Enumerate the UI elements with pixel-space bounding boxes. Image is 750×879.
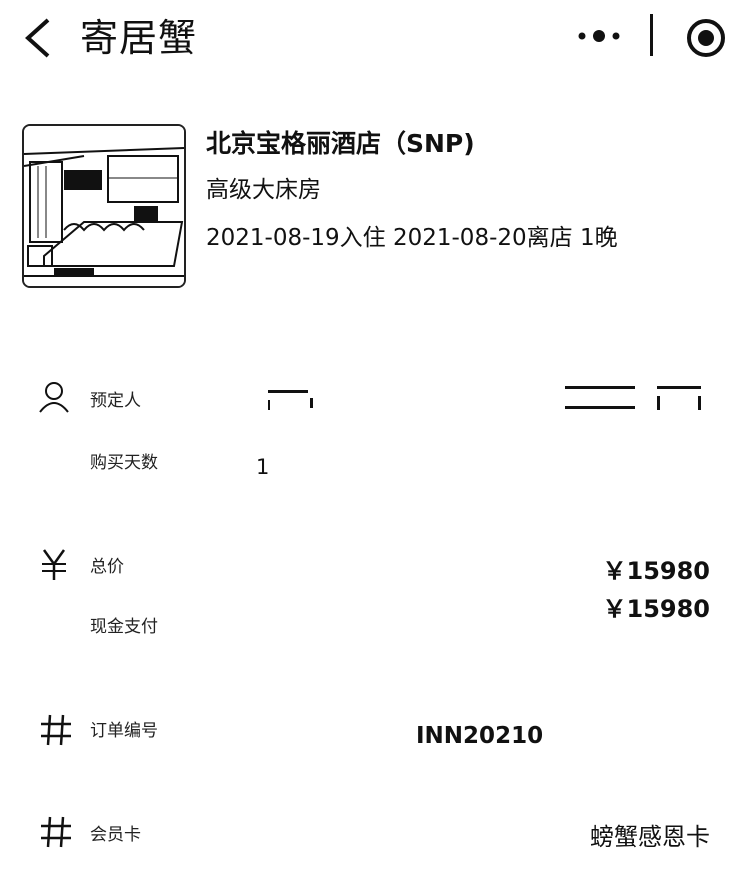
person-icon [38, 380, 74, 416]
more-dots-icon [578, 30, 620, 42]
total-label: 总价 [90, 557, 124, 577]
more-button[interactable] [572, 20, 628, 52]
booker-label: 预定人 [90, 391, 141, 411]
close-mini-program-button[interactable] [684, 16, 728, 60]
room-type: 高级大床房 [206, 177, 321, 203]
back-button[interactable] [14, 14, 58, 62]
cash-payment-value: ￥15980 [602, 595, 711, 623]
hash-icon [38, 712, 74, 748]
order-number-value: INN20210 [416, 723, 544, 749]
member-card-label: 会员卡 [90, 825, 141, 845]
member-card-value: 螃蟹感恩卡 [590, 823, 710, 851]
back-arrow-icon [25, 18, 50, 58]
hotel-name: 北京宝格丽酒店（SNP) [206, 129, 475, 158]
hotel-room-thumbnail [22, 124, 186, 288]
page-title: 寄居蟹 [80, 16, 198, 60]
cash-payment-label: 现金支付 [90, 617, 158, 637]
capsule-divider [650, 14, 653, 56]
hash-icon [38, 814, 74, 850]
stay-dates: 2021-08-19入住 2021-08-20离店 1晚 [206, 225, 618, 251]
total-price: ￥15980 [602, 557, 711, 585]
days-value: 1 [256, 455, 270, 479]
booker-name-redacted [268, 390, 316, 412]
mini-program-close-icon [687, 19, 725, 57]
yen-icon [38, 546, 74, 582]
booker-phone-redacted [565, 386, 705, 412]
days-label: 购买天数 [90, 453, 158, 473]
order-number-label: 订单编号 [90, 721, 158, 741]
